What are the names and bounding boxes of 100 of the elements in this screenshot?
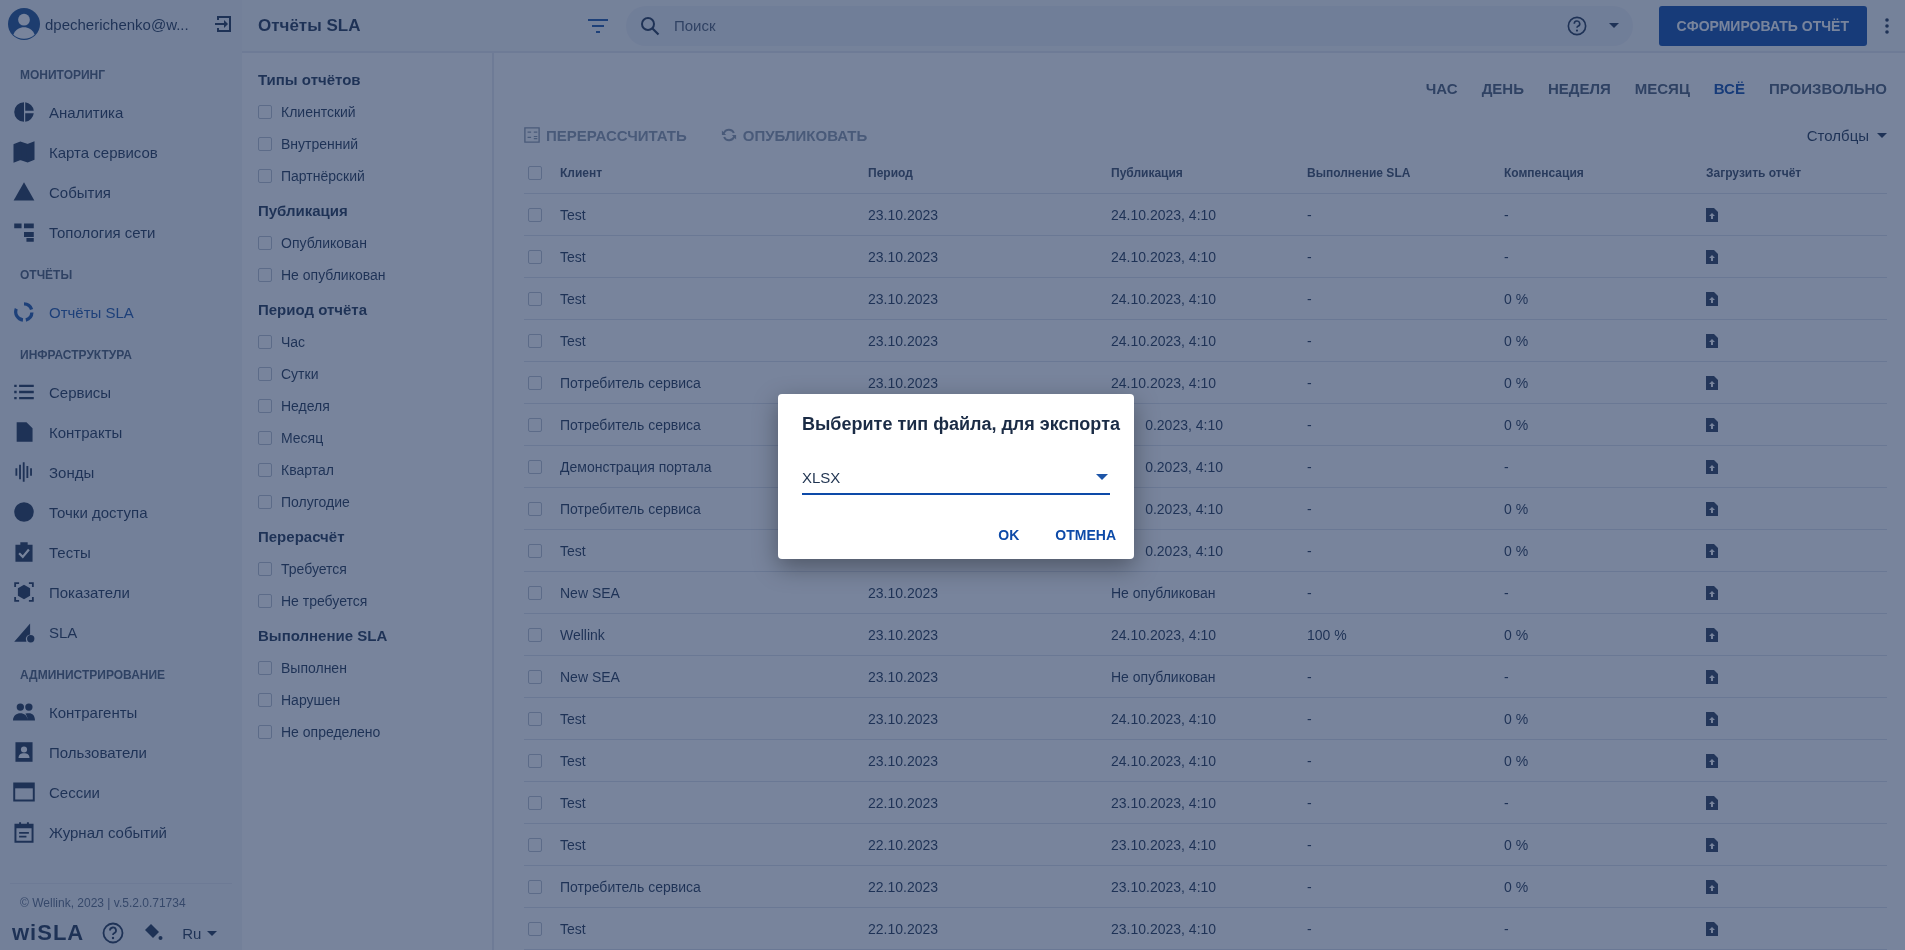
row-checkbox[interactable] xyxy=(528,543,542,558)
checkbox[interactable] xyxy=(258,137,272,151)
checkbox[interactable] xyxy=(258,236,272,250)
row-checkbox[interactable] xyxy=(528,921,542,936)
filter-option-label[interactable]: Не требуется xyxy=(281,593,368,609)
filter-icon[interactable] xyxy=(588,18,608,33)
checkbox[interactable] xyxy=(258,367,272,381)
checkbox[interactable] xyxy=(258,661,272,675)
period-tab[interactable]: ЧАС xyxy=(1425,79,1458,97)
download-file-icon[interactable] xyxy=(1706,291,1718,306)
column-header[interactable]: Клиент xyxy=(560,166,603,180)
row-checkbox[interactable] xyxy=(528,795,542,810)
column-header[interactable]: Период xyxy=(868,166,913,180)
row-checkbox[interactable] xyxy=(528,207,542,222)
filter-option-label[interactable]: Полугодие xyxy=(281,494,350,510)
nav-item[interactable]: Тесты xyxy=(0,532,242,572)
nav-item[interactable]: Сессии xyxy=(0,772,242,812)
download-file-icon[interactable] xyxy=(1706,627,1718,642)
row-checkbox[interactable] xyxy=(528,417,542,432)
checkbox[interactable] xyxy=(258,399,272,413)
dialog-button[interactable]: OK xyxy=(998,523,1020,547)
nav-item[interactable]: События xyxy=(0,172,242,212)
download-file-icon[interactable] xyxy=(1706,543,1718,558)
checkbox[interactable] xyxy=(258,335,272,349)
more-icon[interactable] xyxy=(1885,17,1889,34)
dialog-button[interactable]: ОТМЕНА xyxy=(1055,523,1116,547)
checkbox[interactable] xyxy=(258,463,272,477)
checkbox[interactable] xyxy=(258,268,272,282)
checkbox[interactable] xyxy=(258,431,272,445)
column-header[interactable]: Компенсация xyxy=(1504,166,1584,180)
column-header[interactable]: Выполнение SLA xyxy=(1307,166,1411,180)
checkbox[interactable] xyxy=(258,169,272,183)
filter-option-label[interactable]: Партнёрский xyxy=(281,168,365,184)
filter-option-label[interactable]: Нарушен xyxy=(281,692,341,708)
columns-button[interactable]: Столбцы xyxy=(1806,126,1887,144)
help-icon[interactable] xyxy=(1566,15,1587,36)
filter-option-label[interactable]: Требуется xyxy=(281,561,347,577)
nav-item[interactable]: Топология сети xyxy=(0,212,242,252)
column-header[interactable]: Публикация xyxy=(1111,166,1183,180)
row-checkbox[interactable] xyxy=(528,879,542,894)
nav-item[interactable]: Сервисы xyxy=(0,372,242,412)
period-tab[interactable]: ПРОИЗВОЛЬНО xyxy=(1769,79,1887,97)
row-checkbox[interactable] xyxy=(528,753,542,768)
filter-option-label[interactable]: Выполнен xyxy=(281,660,347,676)
download-file-icon[interactable] xyxy=(1706,375,1718,390)
logout-icon[interactable] xyxy=(214,14,234,34)
generate-report-button[interactable]: СФОРМИРОВАТЬ ОТЧЁТ xyxy=(1658,5,1867,46)
row-checkbox[interactable] xyxy=(528,585,542,600)
period-tab[interactable]: НЕДЕЛЯ xyxy=(1547,79,1611,97)
download-file-icon[interactable] xyxy=(1706,333,1718,348)
download-file-icon[interactable] xyxy=(1706,249,1718,264)
checkbox[interactable] xyxy=(258,693,272,707)
language-select[interactable]: Ru xyxy=(182,924,218,942)
filter-option-label[interactable]: Опубликован xyxy=(281,235,367,251)
download-file-icon[interactable] xyxy=(1706,501,1718,516)
period-tab[interactable]: МЕСЯЦ xyxy=(1634,79,1690,97)
row-checkbox[interactable] xyxy=(528,501,542,516)
nav-item[interactable]: Отчёты SLA xyxy=(0,292,242,332)
filter-option-label[interactable]: Квартал xyxy=(281,462,334,478)
checkbox[interactable] xyxy=(258,562,272,576)
nav-item[interactable]: Аналитика xyxy=(0,92,242,132)
select-all-checkbox[interactable] xyxy=(528,166,542,180)
download-file-icon[interactable] xyxy=(1706,879,1718,894)
column-header[interactable]: Загрузить отчёт xyxy=(1706,166,1802,180)
filter-option-label[interactable]: Сутки xyxy=(281,366,319,382)
filter-option-label[interactable]: Клиентский xyxy=(281,104,356,120)
download-file-icon[interactable] xyxy=(1706,921,1718,936)
nav-item[interactable]: Журнал событий xyxy=(0,812,242,852)
checkbox[interactable] xyxy=(258,725,272,739)
period-tab[interactable]: ДЕНЬ xyxy=(1481,79,1524,97)
caret-icon[interactable] xyxy=(1608,23,1619,28)
filter-option-label[interactable]: Не опубликован xyxy=(281,267,386,283)
filter-option-label[interactable]: Не определено xyxy=(281,724,381,740)
search-bar[interactable]: Поиск xyxy=(626,5,1633,46)
download-file-icon[interactable] xyxy=(1706,669,1718,684)
download-file-icon[interactable] xyxy=(1706,585,1718,600)
checkbox[interactable] xyxy=(258,594,272,608)
row-checkbox[interactable] xyxy=(528,669,542,684)
row-checkbox[interactable] xyxy=(528,375,542,390)
download-file-icon[interactable] xyxy=(1706,459,1718,474)
row-checkbox[interactable] xyxy=(528,459,542,474)
row-checkbox[interactable] xyxy=(528,249,542,264)
search-input[interactable]: Поиск xyxy=(672,16,1555,35)
checkbox[interactable] xyxy=(258,495,272,509)
file-type-select[interactable]: XLSX xyxy=(802,461,1110,495)
user-email[interactable]: dpecherichenko@w... xyxy=(45,15,209,33)
nav-item[interactable]: Контракты xyxy=(0,412,242,452)
download-file-icon[interactable] xyxy=(1706,837,1718,852)
nav-item[interactable]: Показатели xyxy=(0,572,242,612)
row-checkbox[interactable] xyxy=(528,291,542,306)
nav-item[interactable]: Контрагенты xyxy=(0,692,242,732)
download-file-icon[interactable] xyxy=(1706,795,1718,810)
nav-item[interactable]: SLA xyxy=(0,612,242,652)
filter-option-label[interactable]: Месяц xyxy=(281,430,324,446)
row-checkbox[interactable] xyxy=(528,711,542,726)
row-checkbox[interactable] xyxy=(528,627,542,642)
nav-item[interactable]: Точки доступа xyxy=(0,492,242,532)
nav-item[interactable]: Карта сервисов xyxy=(0,132,242,172)
download-file-icon[interactable] xyxy=(1706,417,1718,432)
nav-item[interactable]: Пользователи xyxy=(0,732,242,772)
